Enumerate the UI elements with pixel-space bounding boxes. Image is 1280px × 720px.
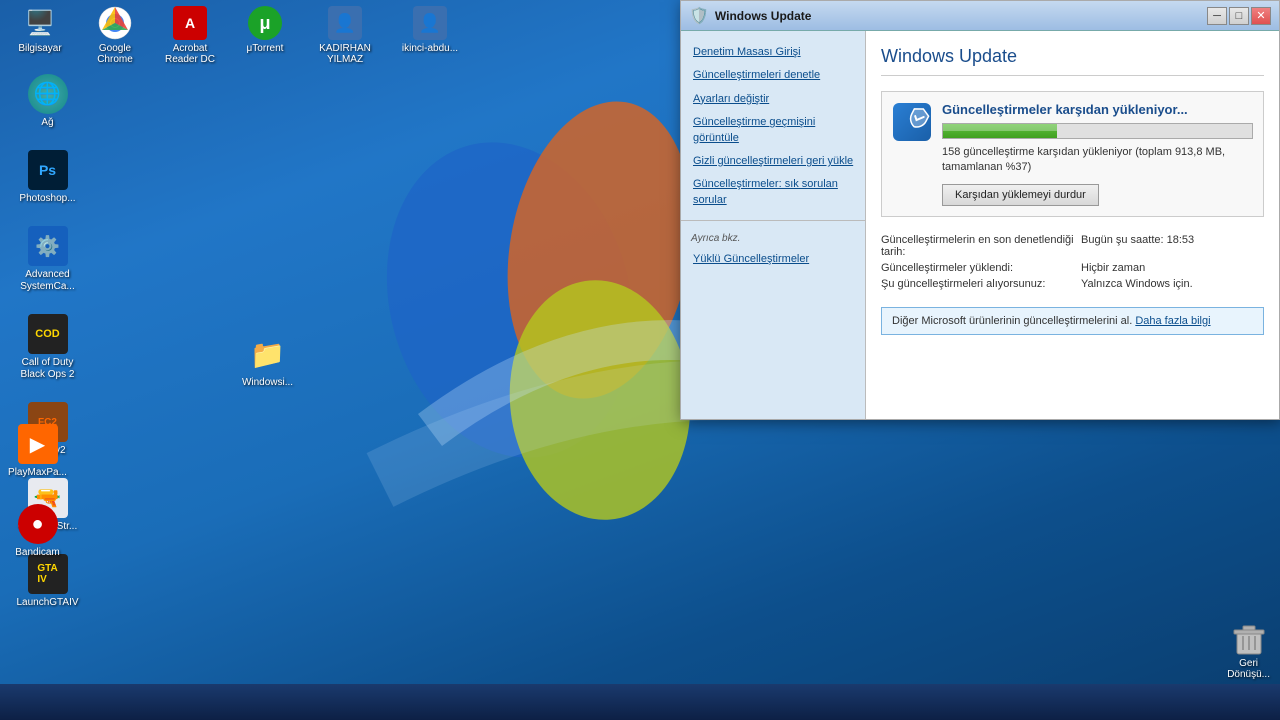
photoshop-icon: Ps [28, 150, 68, 190]
desktop-icon-bandicam[interactable]: ● Bandicam [0, 500, 75, 563]
banner-link[interactable]: Daha fazla bilgi [1135, 315, 1210, 327]
ag-label: Ağ [41, 117, 53, 129]
panel-main: Windows Update Güncelleştirmeler karşıda [866, 31, 1279, 419]
bandicam-icon: ● [18, 504, 58, 544]
panel-sidebar: Denetim Masası Girişi Güncelleştirmeleri… [681, 31, 866, 419]
advanced-label: AdvancedSystemCa... [20, 269, 74, 293]
desktop-icon-acrobat[interactable]: A AcrobatReader DC [160, 5, 220, 65]
stop-download-button[interactable]: Karşıdan yüklemeyi durdur [942, 184, 1099, 206]
acrobat-icon: A [172, 5, 208, 41]
panel-titlebar: 🛡️ Windows Update ─ □ ✕ [681, 1, 1279, 31]
ag-icon: 🌐 [28, 74, 68, 114]
sidebar-link-gizli[interactable]: Gizli güncelleştirmeleri geri yükle [681, 150, 865, 173]
windowsi-icon: 📁 [248, 334, 288, 374]
panel-controls: ─ □ ✕ [1207, 7, 1271, 25]
ikinci-label: ikinci-abdu... [402, 43, 458, 54]
bandicam-label: Bandicam [15, 547, 59, 559]
info-row-1: Güncelleştirmeler yüklendi: Hiçbir zaman [881, 260, 1264, 276]
update-shield-icon [893, 103, 931, 141]
info-value-2: Yalnızca Windows için. [1081, 278, 1193, 290]
advanced-icon: ⚙️ [28, 226, 68, 266]
desktop-icon-ag[interactable]: 🌐 Ağ [10, 70, 85, 133]
bilgisayar-label: Bilgisayar [18, 43, 61, 54]
windowsi-label: Windowsi... [242, 377, 293, 389]
banner-text: Diğer Microsoft ürünlerinin güncelleştir… [892, 315, 1132, 327]
update-status-title: Güncelleştirmeler karşıdan yükleniyor... [942, 102, 1253, 117]
desktop-icon-chrome[interactable]: GoogleChrome [85, 5, 145, 65]
bilgisayar-icon: 🖥️ [22, 5, 58, 41]
desktop-icon-playmaxpa[interactable]: ▶ PlayMaxPa... [0, 420, 75, 483]
recycle-bin-icon [1231, 622, 1267, 658]
recycle-bin-label: GeriDönüşü... [1227, 658, 1270, 680]
minimize-button[interactable]: ─ [1207, 7, 1227, 25]
sidebar-link-denetim[interactable]: Denetim Masası Girişi [681, 41, 865, 64]
maximize-button[interactable]: □ [1229, 7, 1249, 25]
photoshop-label: Photoshop... [19, 193, 75, 205]
taskbar [0, 684, 1280, 720]
info-label-0: Güncelleştirmelerin en son denetlendiği … [881, 234, 1081, 258]
recycle-bin[interactable]: GeriDönüşü... [1227, 622, 1270, 680]
desktop-icon-cod[interactable]: COD Call of DutyBlack Ops 2 [10, 310, 85, 385]
update-description: 158 güncelleştirme karşıdan yükleniyor (… [942, 145, 1253, 176]
progress-bar-fill [943, 124, 1057, 138]
acrobat-label: AcrobatReader DC [165, 43, 215, 65]
info-row-0: Güncelleştirmelerin en son denetlendiği … [881, 232, 1264, 260]
desktop: 🖥️ Bilgisayar GoogleChrome [0, 0, 1280, 720]
desktop-icon-utorrent[interactable]: μ μTorrent [235, 5, 295, 54]
sidebar-link-denetle[interactable]: Güncelleştirmeleri denetle [681, 64, 865, 87]
main-title: Windows Update [881, 46, 1264, 76]
info-label-2: Şu güncelleştirmeleri alıyorsunuz: [881, 278, 1081, 290]
windows-logo [330, 80, 730, 530]
windows-update-panel: 🛡️ Windows Update ─ □ ✕ Denetim Masası G… [680, 0, 1280, 420]
sidebar-also-see-label: Ayrıca bkz. [681, 229, 865, 248]
panel-title-text: Windows Update [715, 9, 1207, 23]
desktop-icon-photoshop[interactable]: Ps Photoshop... [10, 146, 85, 209]
side-icons: 🌐 Ağ Ps Photoshop... ⚙️ AdvancedSystemCa… [0, 60, 95, 720]
update-icon-circle [892, 102, 932, 142]
desktop-icon-bilgisayar[interactable]: 🖥️ Bilgisayar [10, 5, 70, 54]
desktop-icon-advanced[interactable]: ⚙️ AdvancedSystemCa... [10, 222, 85, 297]
playmaxpa-icon: ▶ [18, 424, 58, 464]
info-banner: Diğer Microsoft ürünlerinin güncelleştir… [881, 307, 1264, 335]
info-value-1: Hiçbir zaman [1081, 262, 1145, 274]
cod-label: Call of DutyBlack Ops 2 [21, 357, 75, 381]
kadirhan-label: KADIRHANYILMAZ [319, 43, 371, 65]
chrome-label: GoogleChrome [97, 43, 133, 65]
info-row-2: Şu güncelleştirmeleri alıyorsunuz: Yalnı… [881, 276, 1264, 292]
playmaxpa-label: PlayMaxPa... [8, 467, 67, 479]
ikinci-icon: 👤 [412, 5, 448, 41]
info-table: Güncelleştirmelerin en son denetlendiği … [881, 232, 1264, 292]
bandicam-area: ● Bandicam [0, 500, 75, 571]
sidebar-link-gecmis[interactable]: Güncelleştirme geçmişini görüntüle [681, 111, 865, 150]
sidebar-link-sorular[interactable]: Güncelleştirmeler: sık sorulan sorular [681, 173, 865, 212]
close-button[interactable]: ✕ [1251, 7, 1271, 25]
desktop-icon-kadirhan[interactable]: 👤 KADIRHANYILMAZ [310, 5, 380, 65]
panel-title-icon: 🛡️ [689, 6, 709, 26]
update-info: Güncelleştirmeler karşıdan yükleniyor...… [942, 102, 1253, 206]
icon-windowsi-area: 📁 Windowsi... [230, 330, 305, 401]
info-value-0: Bugün şu saatte: 18:53 [1081, 234, 1194, 258]
cod-icon: COD [28, 314, 68, 354]
sidebar-link-ayarlar[interactable]: Ayarları değiştir [681, 88, 865, 111]
utorrent-icon: μ [247, 5, 283, 41]
sidebar-link-yuklu[interactable]: Yüklü Güncelleştirmeler [681, 248, 865, 271]
progress-bar-shine [943, 124, 1057, 131]
desktop-icon-windowsi[interactable]: 📁 Windowsi... [230, 330, 305, 393]
kadirhan-icon: 👤 [327, 5, 363, 41]
gtaiv-label: LaunchGTAIV [16, 597, 78, 609]
info-label-1: Güncelleştirmeler yüklendi: [881, 262, 1081, 274]
progress-bar-container [942, 123, 1253, 139]
playmaxpa-area: ▶ PlayMaxPa... [0, 420, 75, 491]
utorrent-label: μTorrent [247, 43, 284, 54]
desktop-icon-ikinci[interactable]: 👤 ikinci-abdu... [395, 5, 465, 54]
chrome-icon [97, 5, 133, 41]
update-status-box: Güncelleştirmeler karşıdan yükleniyor...… [881, 91, 1264, 217]
